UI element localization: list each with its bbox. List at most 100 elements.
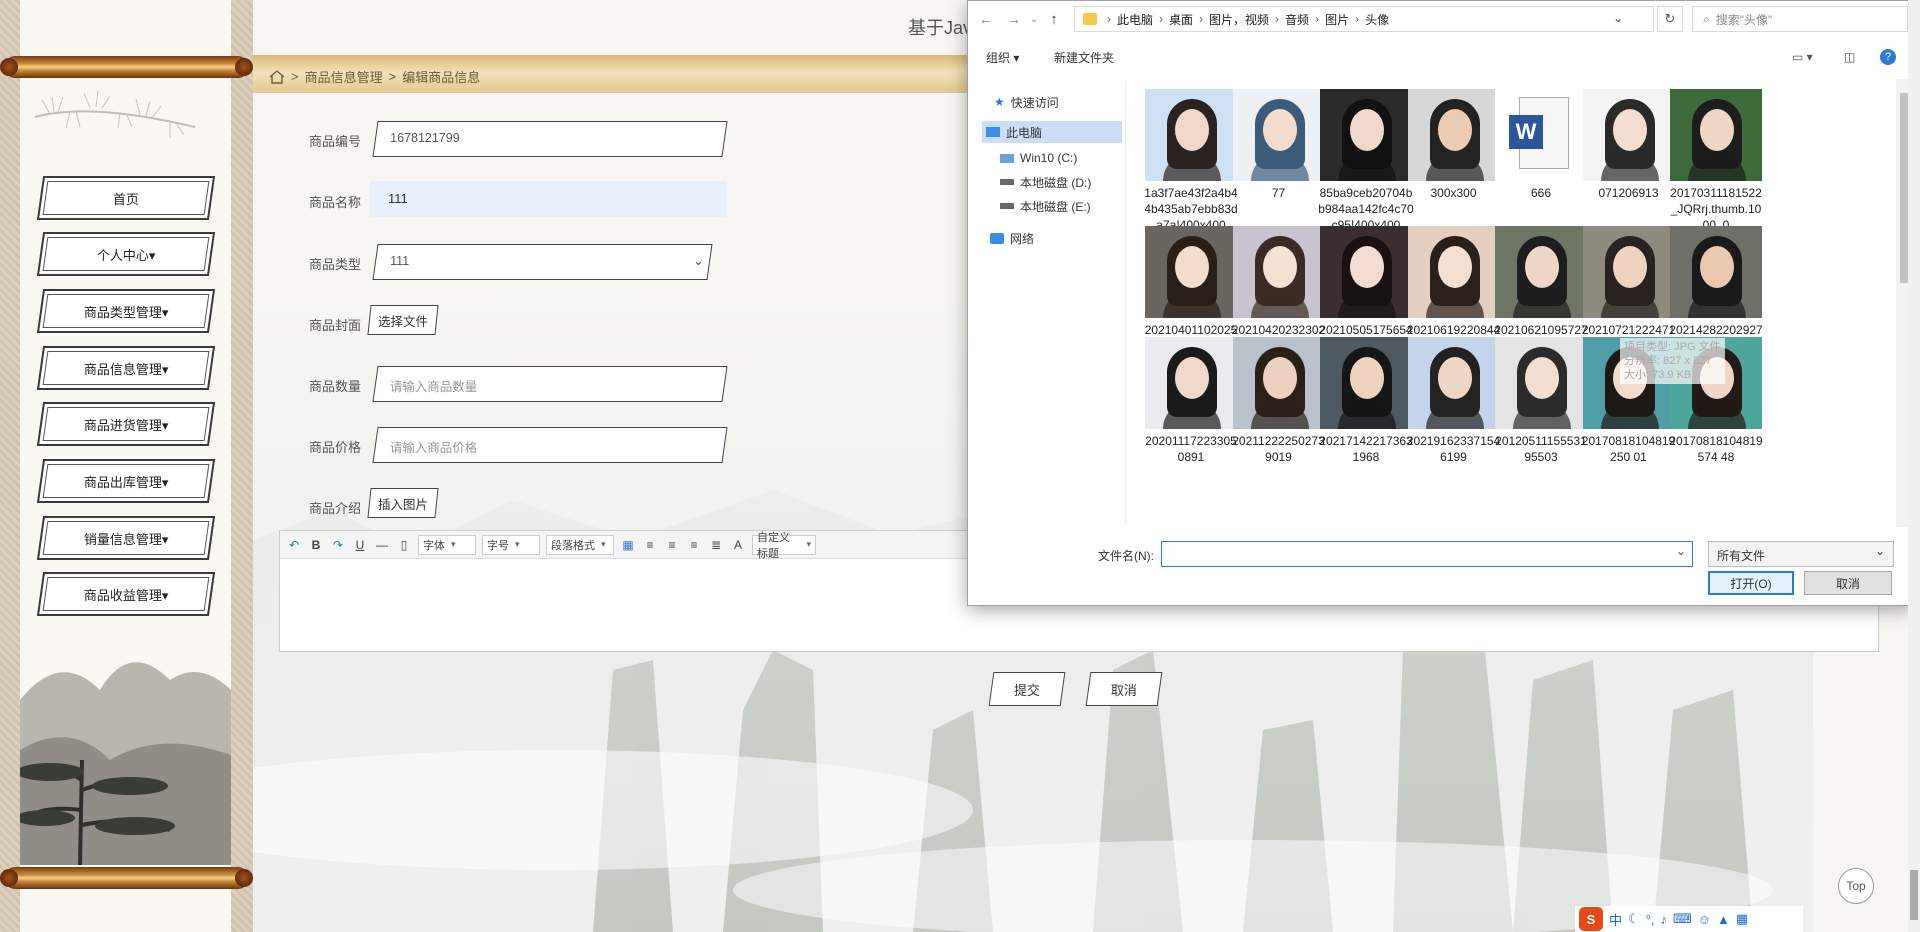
file-item[interactable]: 20210505175654_aad99 [1316,226,1416,354]
file-item[interactable]: W 666 [1491,89,1591,201]
file-item[interactable]: 202011172233050891 [1145,337,1241,465]
sogou-ime-icon[interactable]: S [1579,907,1603,931]
table-icon[interactable]: ▦ [620,537,636,553]
file-item[interactable]: 77 [1229,89,1329,201]
path-segment[interactable]: 桌面 [1169,11,1193,28]
tree-item-drive-c[interactable]: Win10 (C:) [1000,147,1077,169]
dialog-cancel-button[interactable]: 取消 [1804,571,1892,595]
file-item[interactable]: 20210420232302_56119 [1229,226,1329,354]
sidebar-item-product-outbound[interactable]: 商品出库管理▾ [36,459,216,503]
redo-icon[interactable]: ↷ [330,537,346,553]
file-item[interactable]: 20170311181522_JQRrj.thumb.1000_0 [1666,89,1766,233]
sidebar-item-label: 商品类型管理▾ [83,304,169,320]
sidebar-item-home[interactable]: 首页 [36,176,216,220]
keyboard-icon[interactable]: ⌨ [1673,911,1692,927]
preview-pane-icon[interactable]: ◫ [1844,50,1855,64]
cancel-button[interactable]: 取消 [1085,672,1163,706]
back-arrow-icon[interactable]: ← [972,11,1000,28]
organize-button[interactable]: 组织 ▾ [986,49,1019,66]
bold-button[interactable]: B [308,537,324,553]
file-item[interactable]: 20210619220844_3c053 [1404,226,1504,354]
sidebar-item-label: 首页 [112,191,139,207]
align-right-icon[interactable]: ≡ [686,537,702,553]
chevron-down-icon[interactable]: ⌄ [1028,14,1040,25]
back-to-top-button[interactable]: Top [1838,868,1874,904]
tree-item-this-pc[interactable]: 此电脑 [982,121,1122,143]
custom-title-select[interactable]: 自定义标题 [752,532,816,560]
search-input[interactable]: ⌕ 搜索"头像" [1692,6,1908,32]
tree-item-quick-access[interactable]: ★ 快速访问 [994,91,1059,113]
file-item[interactable]: 20214282202927632 [1666,226,1766,354]
choose-file-button[interactable]: 选择文件 [367,305,439,335]
file-item[interactable]: 202112222502739019 [1229,337,1329,465]
quantity-field[interactable]: 请输入商品数量 [372,366,728,402]
scrollbar-thumb[interactable] [1900,93,1908,283]
type-select[interactable]: 111 ⌄ [372,244,713,280]
filename-input[interactable] [1161,541,1693,567]
file-item[interactable]: 85ba9ceb20704bb984aa142fc4c70c95!400x400 [1316,89,1416,233]
up-arrow-icon[interactable]: ↑ [1040,11,1068,28]
sidebar-item-product-type[interactable]: 商品类型管理▾ [36,289,216,333]
file-type-filter[interactable]: 所有文件 [1708,541,1894,567]
home-icon[interactable] [269,69,285,84]
horizontal-rule-icon[interactable]: — [374,537,390,553]
path-segment[interactable]: 图片，视频 [1209,11,1269,28]
tree-item-network[interactable]: 网络 [990,227,1034,249]
file-item[interactable]: 1a3f7ae43f2a4b44b435ab7ebb83da7a!400x400 [1145,89,1241,233]
align-left-icon[interactable]: ≡ [642,537,658,553]
code-field[interactable]: 1678121799 [372,121,728,157]
new-folder-button[interactable]: 新建文件夹 [1054,49,1114,66]
font-family-select[interactable]: 字体 [418,534,476,555]
moon-icon[interactable]: ☾ [1628,911,1640,927]
tree-item-drive-e[interactable]: 本地磁盘 (E:) [1000,195,1091,217]
path-segment[interactable]: 此电脑 [1117,11,1153,28]
file-item[interactable]: 300x300 [1404,89,1504,201]
skin-icon[interactable]: ▲ [1717,912,1730,927]
punctuation-icon[interactable]: °, [1646,912,1655,927]
forward-arrow-icon[interactable]: → [1000,11,1028,28]
font-size-select[interactable]: 字号 [482,534,540,555]
sidebar-item-personal-center[interactable]: 个人中心▾ [36,232,216,276]
sidebar-item-sales-info[interactable]: 销量信息管理▾ [36,516,216,560]
ime-mode-indicator[interactable]: 中 [1609,910,1622,929]
undo-icon[interactable]: ↶ [286,537,302,553]
open-button[interactable]: 打开(O) [1708,571,1794,595]
file-item[interactable]: 071206913 [1579,89,1679,201]
font-color-button[interactable]: A [730,537,746,553]
breadcrumb-item[interactable]: 商品信息管理 [305,67,383,86]
submit-button[interactable]: 提交 [988,672,1066,706]
path-segment[interactable]: 音频 [1285,11,1309,28]
page-icon[interactable]: ▯ [396,537,412,553]
paragraph-select[interactable]: 段落格式 [546,534,614,555]
sidebar-item-product-purchase[interactable]: 商品进货管理▾ [36,402,216,446]
address-bar[interactable]: › 此电脑 › 桌面 › 图片，视频 › 音频 › 图片 › 头像 ⌄ [1074,6,1654,32]
view-options-icon[interactable]: ▭ ▾ [1792,50,1813,64]
name-field[interactable]: 111 [370,181,727,217]
page-scrollbar-thumb[interactable] [1910,870,1918,920]
grid-icon[interactable]: ▦ [1736,911,1748,927]
user-icon[interactable]: ☺ [1698,912,1711,927]
align-center-icon[interactable]: ≡ [664,537,680,553]
file-item[interactable]: 2012051115553195503 [1491,337,1591,465]
path-segment[interactable]: 图片 [1325,11,1349,28]
sidebar-item-product-revenue[interactable]: 商品收益管理▾ [36,572,216,616]
file-item[interactable]: 20210621095727_afb21 [1491,226,1591,354]
insert-image-button[interactable]: 插入图片 [367,488,439,518]
path-segment[interactable]: 头像 [1365,11,1389,28]
justify-icon[interactable]: ≣ [708,537,724,553]
microphone-icon[interactable]: ♪ [1660,912,1667,927]
help-icon[interactable]: ? [1880,49,1896,65]
file-item[interactable]: 20210401102025_eec27 [1145,226,1241,354]
refresh-icon[interactable]: ↻ [1657,6,1683,32]
chevron-down-icon[interactable]: ⌄ [1613,11,1623,25]
price-placeholder: 请输入商品价格 [389,441,478,455]
name-label: 商品名称 [309,195,362,210]
file-item[interactable]: 202171422173631968 [1316,337,1416,465]
file-item[interactable]: 20210721222471 640 [1579,226,1679,354]
price-field[interactable]: 请输入商品价格 [372,427,728,463]
sidebar-item-product-info[interactable]: 商品信息管理▾ [36,346,216,390]
file-item[interactable]: 202191623371546199 [1404,337,1504,465]
page-scrollbar[interactable] [1908,0,1920,932]
tree-item-drive-d[interactable]: 本地磁盘 (D:) [1000,171,1091,193]
underline-button[interactable]: U [352,537,368,553]
